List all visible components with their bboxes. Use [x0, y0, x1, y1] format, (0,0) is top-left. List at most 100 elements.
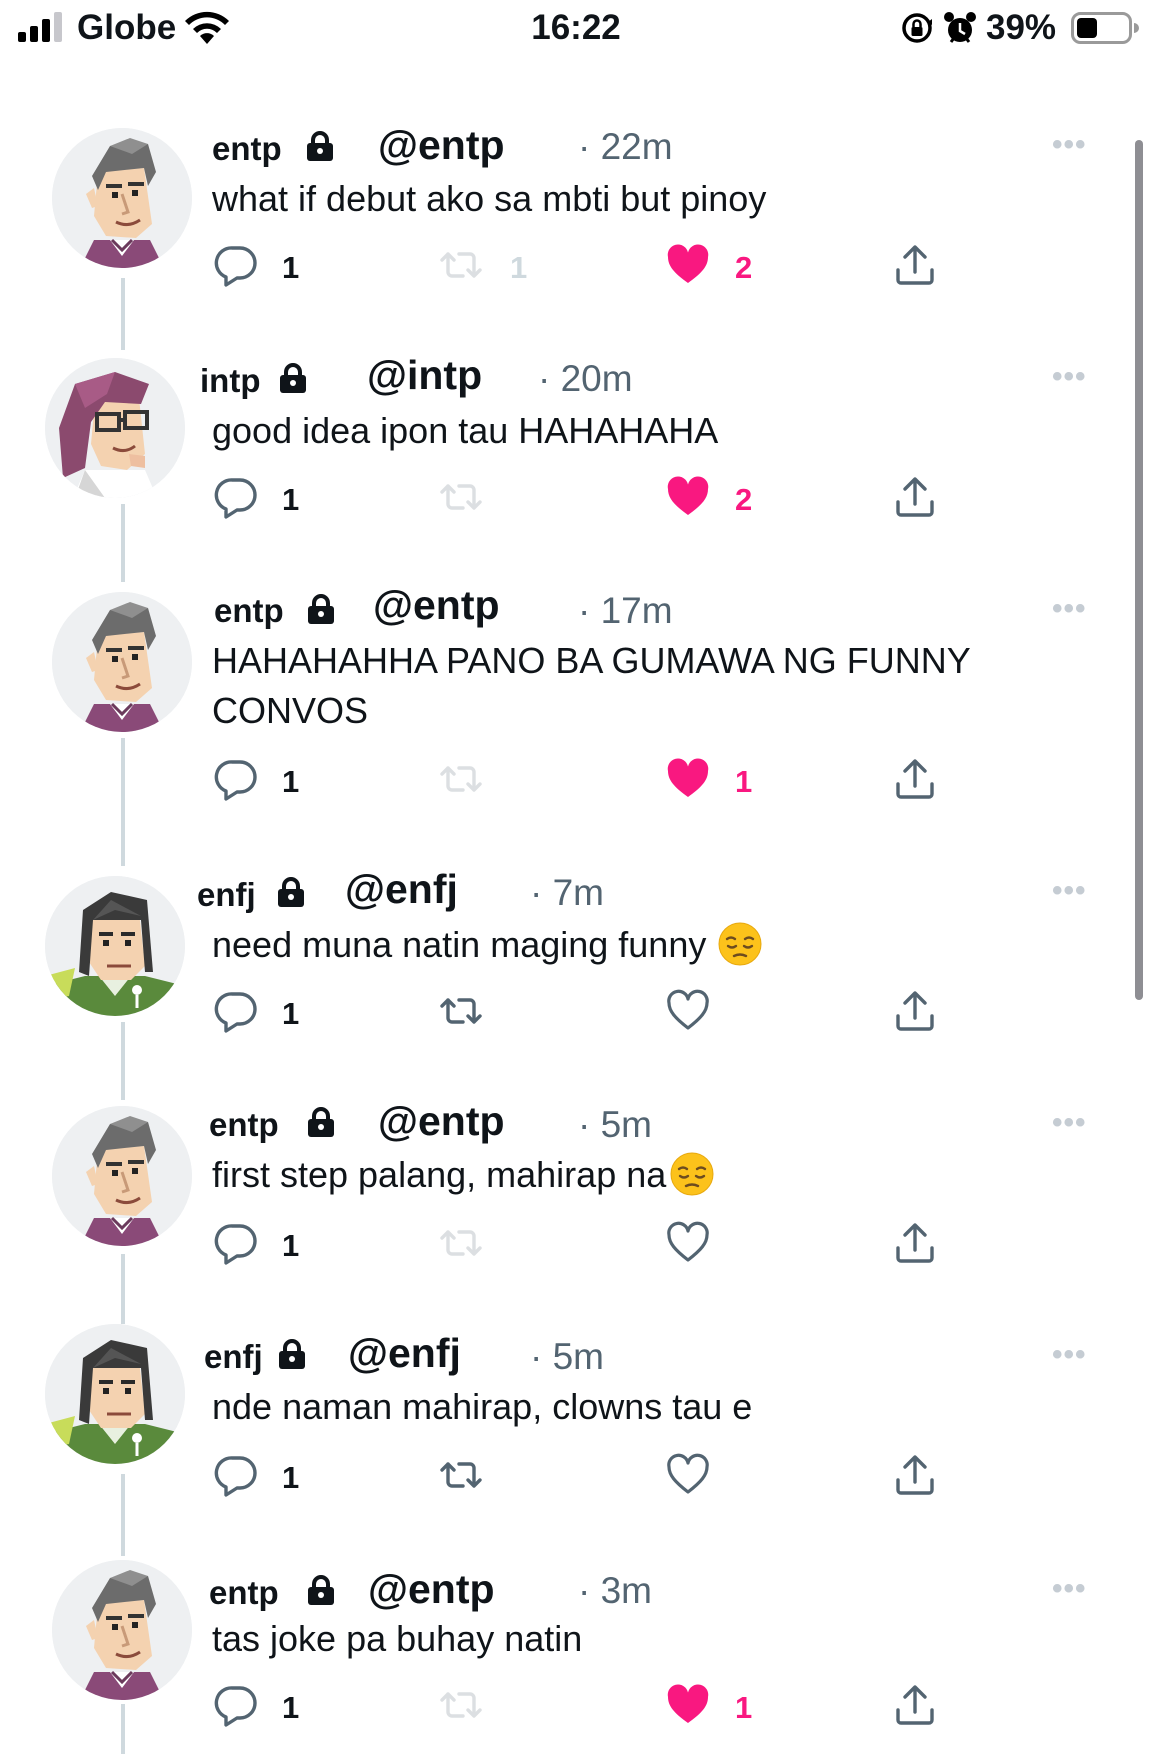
share-icon[interactable]: [892, 242, 938, 288]
tweet-actions: 1: [0, 1452, 1152, 1502]
timestamp[interactable]: · 22m: [578, 126, 673, 168]
tweet-text: HAHAHAHHA PANO BA GUMAWA NG FUNNY CONVOS: [212, 640, 971, 731]
reply-icon[interactable]: [213, 474, 259, 520]
tweet-actions: 1 1: [0, 756, 1152, 806]
retweet-icon[interactable]: [438, 1452, 484, 1498]
retweet-icon[interactable]: [438, 474, 484, 520]
protected-lock-icon: [305, 1574, 337, 1606]
more-options-icon[interactable]: •••: [1052, 128, 1087, 162]
retweet-icon[interactable]: [438, 988, 484, 1034]
tweet-actions: 1 2: [0, 474, 1152, 524]
avatar[interactable]: [52, 1560, 192, 1700]
battery-percent: 39%: [986, 8, 1057, 47]
user-handle[interactable]: @enfj: [345, 866, 458, 913]
reply-icon[interactable]: [213, 756, 259, 802]
share-icon[interactable]: [892, 474, 938, 520]
display-name[interactable]: intp: [200, 362, 260, 400]
share-icon[interactable]: [892, 1682, 938, 1728]
more-options-icon[interactable]: •••: [1052, 1572, 1087, 1606]
user-handle[interactable]: @entp: [378, 122, 505, 169]
tweet-text: good idea ipon tau HAHAHAHA: [212, 410, 719, 451]
like-icon-filled[interactable]: [665, 242, 711, 288]
like-icon[interactable]: [665, 1220, 711, 1266]
retweet-icon[interactable]: [438, 242, 484, 288]
alarm-icon: [944, 12, 976, 43]
like-count: 1: [735, 1690, 753, 1725]
entp-avatar-image: [52, 1560, 192, 1700]
display-name[interactable]: entp: [214, 592, 284, 630]
tweet-actions: 1: [0, 988, 1152, 1038]
timestamp[interactable]: · 5m: [530, 1336, 604, 1378]
like-icon-filled[interactable]: [665, 474, 711, 520]
tweet-text: nde naman mahirap, clowns tau e: [212, 1386, 753, 1427]
tweet-text: tas joke pa buhay natin: [212, 1618, 583, 1659]
clock-time: 16:22: [531, 8, 621, 47]
timestamp[interactable]: · 17m: [578, 590, 673, 632]
protected-lock-icon: [277, 362, 309, 394]
reply-count: 1: [282, 250, 300, 285]
reply-icon[interactable]: [213, 1452, 259, 1498]
protected-lock-icon: [276, 1338, 308, 1370]
tweet-actions: 1 1: [0, 1682, 1152, 1732]
retweet-icon[interactable]: [438, 1220, 484, 1266]
retweet-icon[interactable]: [438, 756, 484, 802]
share-icon[interactable]: [892, 988, 938, 1034]
timestamp[interactable]: · 5m: [578, 1104, 652, 1146]
protected-lock-icon: [305, 593, 337, 625]
reply-icon[interactable]: [213, 1220, 259, 1266]
display-name[interactable]: entp: [209, 1574, 279, 1612]
timestamp[interactable]: · 3m: [578, 1570, 652, 1612]
like-icon[interactable]: [665, 988, 711, 1034]
like-count: 2: [735, 482, 753, 517]
share-icon[interactable]: [892, 1220, 938, 1266]
reply-count: 1: [282, 482, 300, 517]
entp-avatar-image: [52, 592, 192, 732]
protected-lock-icon: [275, 876, 307, 908]
retweet-icon[interactable]: [438, 1682, 484, 1728]
like-count: 1: [735, 764, 753, 799]
user-handle[interactable]: @entp: [378, 1098, 505, 1145]
user-handle[interactable]: @intp: [367, 352, 482, 399]
avatar[interactable]: [45, 1324, 185, 1464]
share-icon[interactable]: [892, 1452, 938, 1498]
share-icon[interactable]: [892, 756, 938, 802]
user-handle[interactable]: @enfj: [348, 1330, 461, 1377]
reply-icon[interactable]: [213, 988, 259, 1034]
tweet-actions: 1: [0, 1220, 1152, 1270]
orientation-lock-icon: [902, 13, 932, 43]
battery-icon: [1071, 12, 1139, 44]
display-name[interactable]: enfj: [197, 876, 256, 914]
pensive-face-emoji: [718, 922, 762, 966]
avatar[interactable]: [52, 592, 192, 732]
like-icon-filled[interactable]: [665, 1682, 711, 1728]
reply-icon[interactable]: [213, 242, 259, 288]
timestamp[interactable]: · 20m: [538, 358, 633, 400]
reply-count: 1: [282, 996, 300, 1031]
user-handle[interactable]: @entp: [373, 582, 500, 629]
tweet-text: need muna natin maging funny: [212, 920, 1092, 970]
timestamp[interactable]: · 7m: [530, 872, 604, 914]
protected-lock-icon: [305, 1106, 337, 1138]
protected-lock-icon: [304, 130, 336, 162]
more-options-icon[interactable]: •••: [1052, 1106, 1087, 1140]
user-handle[interactable]: @entp: [368, 1566, 495, 1613]
like-icon-filled[interactable]: [665, 756, 711, 802]
display-name[interactable]: entp: [212, 130, 282, 168]
tweet-text: what if debut ako sa mbti but pinoy: [212, 178, 767, 219]
more-options-icon[interactable]: •••: [1052, 360, 1087, 394]
more-options-icon[interactable]: •••: [1052, 1338, 1087, 1372]
reply-count: 1: [282, 1460, 300, 1495]
enfj-avatar-image: [45, 1324, 185, 1464]
reply-count: 1: [282, 1690, 300, 1725]
tweet-actions: 1 1 2: [0, 242, 1152, 292]
like-count: 2: [735, 250, 753, 285]
like-icon[interactable]: [665, 1452, 711, 1498]
reply-icon[interactable]: [213, 1682, 259, 1728]
more-options-icon[interactable]: •••: [1052, 874, 1087, 908]
tweet-text: first step palang, mahirap na: [212, 1150, 1092, 1200]
pensive-face-emoji: [670, 1152, 714, 1196]
display-name[interactable]: entp: [209, 1106, 279, 1144]
display-name[interactable]: enfj: [204, 1338, 263, 1376]
reply-count: 1: [282, 764, 300, 799]
more-options-icon[interactable]: •••: [1052, 592, 1087, 626]
